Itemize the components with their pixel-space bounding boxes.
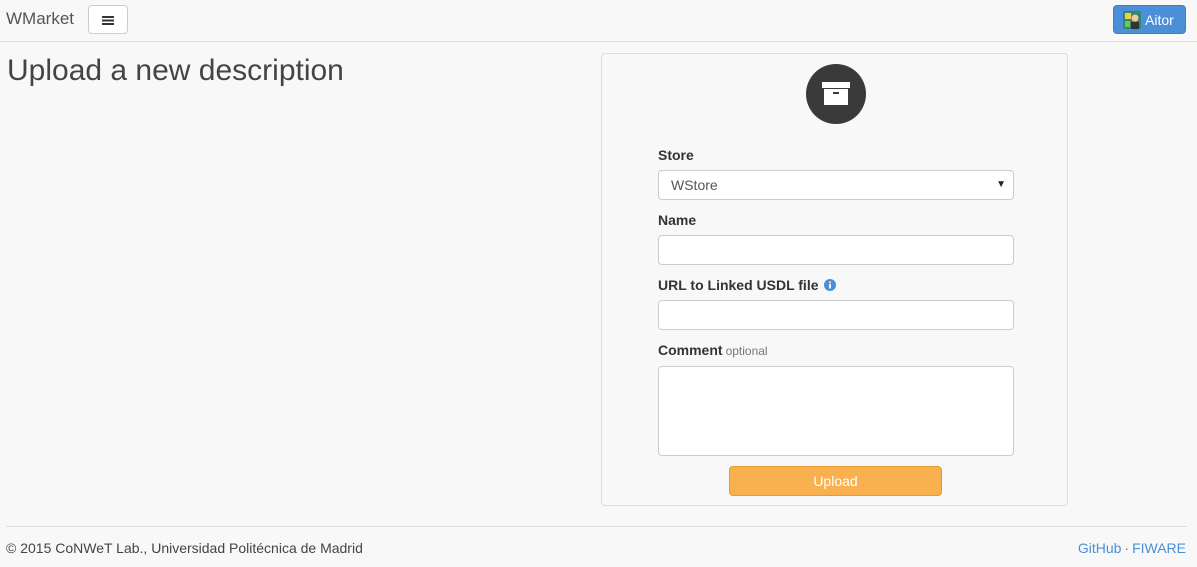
user-name: Aitor <box>1145 11 1174 28</box>
page-title: Upload a new description <box>7 54 344 87</box>
top-navbar: WMarket Aitor <box>0 0 1197 42</box>
upload-form-card: Store WStore ▼ Name URL to Linked USDL f… <box>601 53 1068 506</box>
info-circle-icon[interactable] <box>824 279 837 291</box>
comment-label-text: Comment <box>658 342 723 358</box>
upload-button[interactable]: Upload <box>729 466 942 496</box>
store-select[interactable]: WStore ▼ <box>658 170 1014 200</box>
user-menu-button[interactable]: Aitor <box>1113 5 1186 34</box>
chevron-down-icon: ▼ <box>996 179 1006 190</box>
comment-label: Comment optional <box>658 342 768 358</box>
store-label: Store <box>658 147 694 163</box>
optional-hint: optional <box>725 344 768 358</box>
menu-toggle-button[interactable] <box>88 5 128 34</box>
footer-separator: · <box>1124 540 1130 556</box>
footer-links: GitHub · FIWARE <box>1078 540 1186 556</box>
name-input[interactable] <box>658 235 1014 265</box>
url-label-text: URL to Linked USDL file <box>658 277 819 293</box>
url-input[interactable] <box>658 300 1014 330</box>
store-select-value: WStore <box>671 177 718 193</box>
comment-textarea[interactable] <box>658 366 1014 456</box>
footer-divider <box>6 526 1187 527</box>
copyright-text: © 2015 CoNWeT Lab., Universidad Politécn… <box>6 540 363 556</box>
hamburger-icon <box>102 15 114 25</box>
user-avatar-icon <box>1123 10 1141 29</box>
github-link[interactable]: GitHub <box>1078 540 1122 556</box>
brand-logo-text[interactable]: WMarket <box>6 9 74 29</box>
archive-box-icon <box>806 64 866 124</box>
fiware-link[interactable]: FIWARE <box>1132 540 1186 556</box>
name-label: Name <box>658 212 697 228</box>
url-label: URL to Linked USDL file <box>658 277 837 293</box>
